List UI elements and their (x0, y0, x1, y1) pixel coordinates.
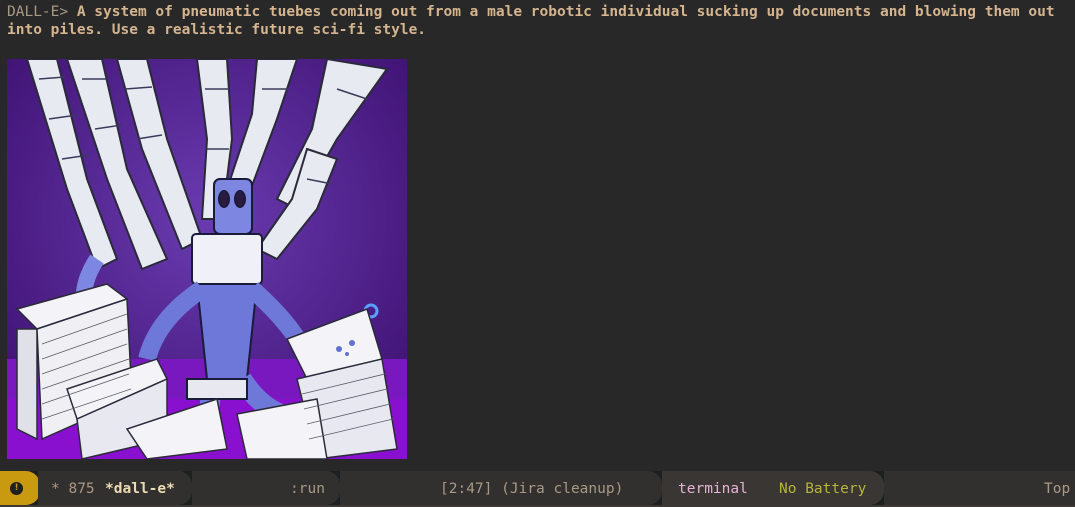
buffer-position: Top (1044, 481, 1071, 497)
generated-image (7, 59, 407, 459)
prompt-line: DALL-E> A system of pneumatic tuebes com… (7, 3, 1067, 39)
buffer-state: * 875 (51, 481, 95, 497)
warning-icon: ! (10, 482, 23, 495)
terminal-buffer[interactable]: DALL-E> A system of pneumatic tuebes com… (0, 0, 1075, 471)
mode-line: ! * 875 *dall-e* :run [2:47] (Jira clean… (0, 471, 1075, 507)
buffer-name[interactable]: *dall-e* (105, 480, 175, 498)
run-command[interactable]: :run (290, 480, 325, 498)
prompt-label: DALL-E> (7, 4, 69, 20)
robot-illustration (7, 59, 407, 459)
position-segment: Top (884, 471, 1075, 505)
clock-segment: [2:47] (Jira cleanup) (340, 471, 662, 505)
prompt-text: A system of pneumatic tuebes coming out … (7, 4, 1064, 38)
major-mode[interactable]: terminal (678, 480, 748, 498)
buffer-segment: * 875 *dall-e* (38, 471, 192, 505)
mode-segment: terminal No Battery (662, 471, 884, 505)
command-segment: :run (192, 471, 340, 505)
warning-badge[interactable]: ! (0, 471, 40, 505)
battery-status: No Battery (779, 481, 867, 497)
clock-task: [2:47] (Jira cleanup) (440, 481, 624, 497)
